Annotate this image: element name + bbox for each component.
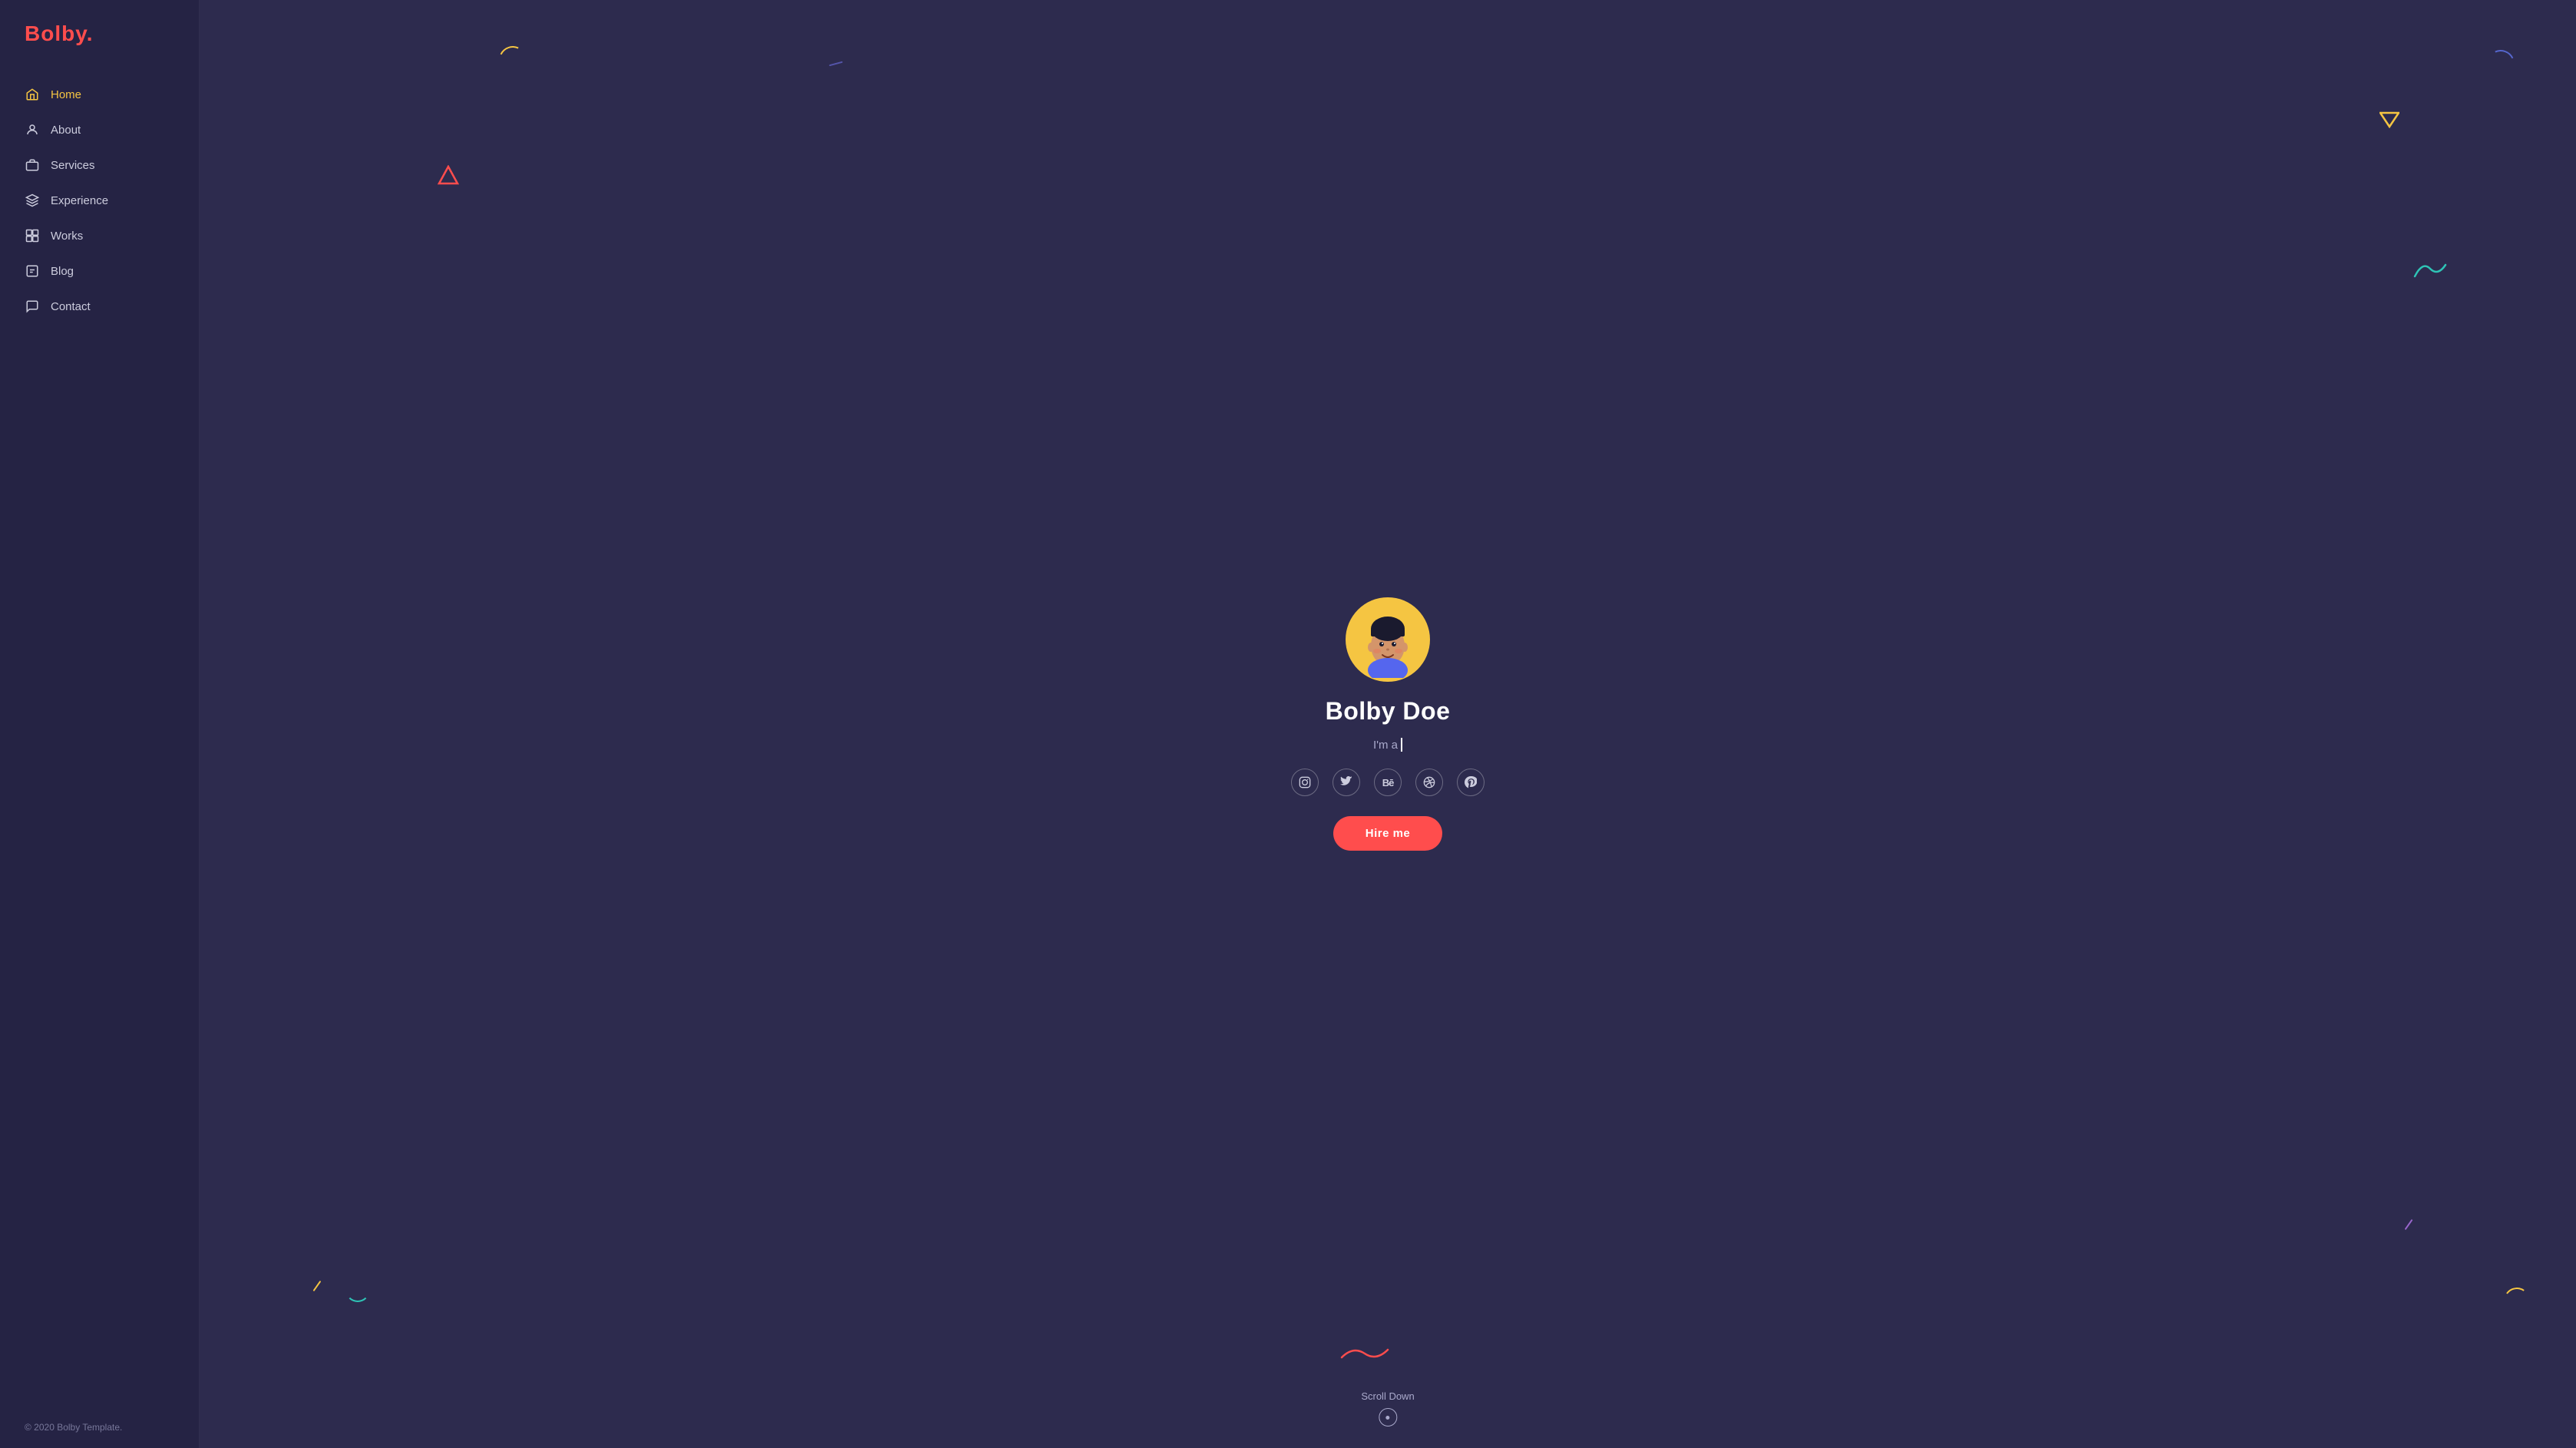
hero-subtitle: I'm a: [1373, 738, 1402, 752]
deco-arc-bottom-left: [345, 1278, 370, 1302]
avatar-illustration: [1349, 601, 1426, 678]
logo-text: Bolby: [25, 21, 87, 45]
services-nav-icon: [25, 157, 40, 173]
deco-line-top-mid: [829, 61, 843, 67]
avatar: [1346, 597, 1430, 682]
deco-line-bottom-right: [2405, 1219, 2413, 1230]
typing-cursor: [1401, 738, 1402, 752]
subtitle-text: I'm a: [1373, 739, 1398, 752]
pinterest-icon[interactable]: [1457, 769, 1485, 796]
scroll-down-label: Scroll Down: [1361, 1390, 1414, 1402]
works-nav-label: Works: [51, 230, 83, 243]
logo: Bolby.: [0, 21, 199, 77]
sidebar-footer: © 2020 Bolby Template.: [0, 1422, 199, 1433]
instagram-icon[interactable]: [1291, 769, 1319, 796]
hero-section: Bolby Doe I'm a Bē: [1291, 597, 1485, 851]
blog-nav-label: Blog: [51, 265, 74, 278]
works-nav-icon: [25, 228, 40, 243]
sidebar-item-home[interactable]: Home: [0, 77, 199, 112]
twitter-icon[interactable]: [1333, 769, 1360, 796]
nav-list: Home About Services Experience Works Blog Cont…: [0, 77, 199, 324]
contact-nav-icon: [25, 299, 40, 314]
deco-triangle-right: [2379, 111, 2399, 132]
deco-triangle-left: [438, 165, 459, 190]
scroll-mouse-icon: [1379, 1408, 1397, 1427]
sidebar-item-about[interactable]: About: [0, 112, 199, 147]
home-nav-icon: [25, 87, 40, 102]
behance-icon[interactable]: Bē: [1374, 769, 1402, 796]
scroll-down: Scroll Down: [1361, 1390, 1414, 1427]
hero-name: Bolby Doe: [1326, 697, 1451, 726]
deco-arc-bottom-right: [2502, 1285, 2531, 1315]
about-nav-icon: [25, 122, 40, 137]
services-nav-label: Services: [51, 159, 95, 172]
sidebar-item-blog[interactable]: Blog: [0, 253, 199, 289]
about-nav-label: About: [51, 124, 81, 137]
experience-nav-icon: [25, 193, 40, 208]
dribbble-icon[interactable]: [1415, 769, 1443, 796]
scroll-dot: [1385, 1416, 1389, 1420]
experience-nav-label: Experience: [51, 194, 108, 207]
contact-nav-label: Contact: [51, 300, 91, 313]
social-icons: Bē: [1291, 769, 1485, 796]
deco-line-bottom-left: [313, 1281, 322, 1291]
sidebar: Bolby. Home About Services Experience Works B…: [0, 0, 200, 1448]
sidebar-item-contact[interactable]: Contact: [0, 289, 199, 324]
sidebar-item-experience[interactable]: Experience: [0, 183, 199, 218]
deco-wave-right: [2411, 257, 2449, 284]
main-content: Bolby Doe I'm a Bē: [200, 0, 2576, 1448]
blog-nav-icon: [25, 263, 40, 279]
home-nav-label: Home: [51, 88, 81, 101]
hire-me-button[interactable]: Hire me: [1333, 816, 1443, 851]
deco-wave-bottom-center: [1338, 1342, 1392, 1367]
copyright-text: © 2020 Bolby Template.: [25, 1422, 122, 1433]
sidebar-item-works[interactable]: Works: [0, 218, 199, 253]
deco-arc-top-center: [495, 42, 530, 78]
deco-arc-top-right: [2483, 46, 2518, 81]
sidebar-item-services[interactable]: Services: [0, 147, 199, 183]
logo-dot: .: [87, 21, 94, 45]
